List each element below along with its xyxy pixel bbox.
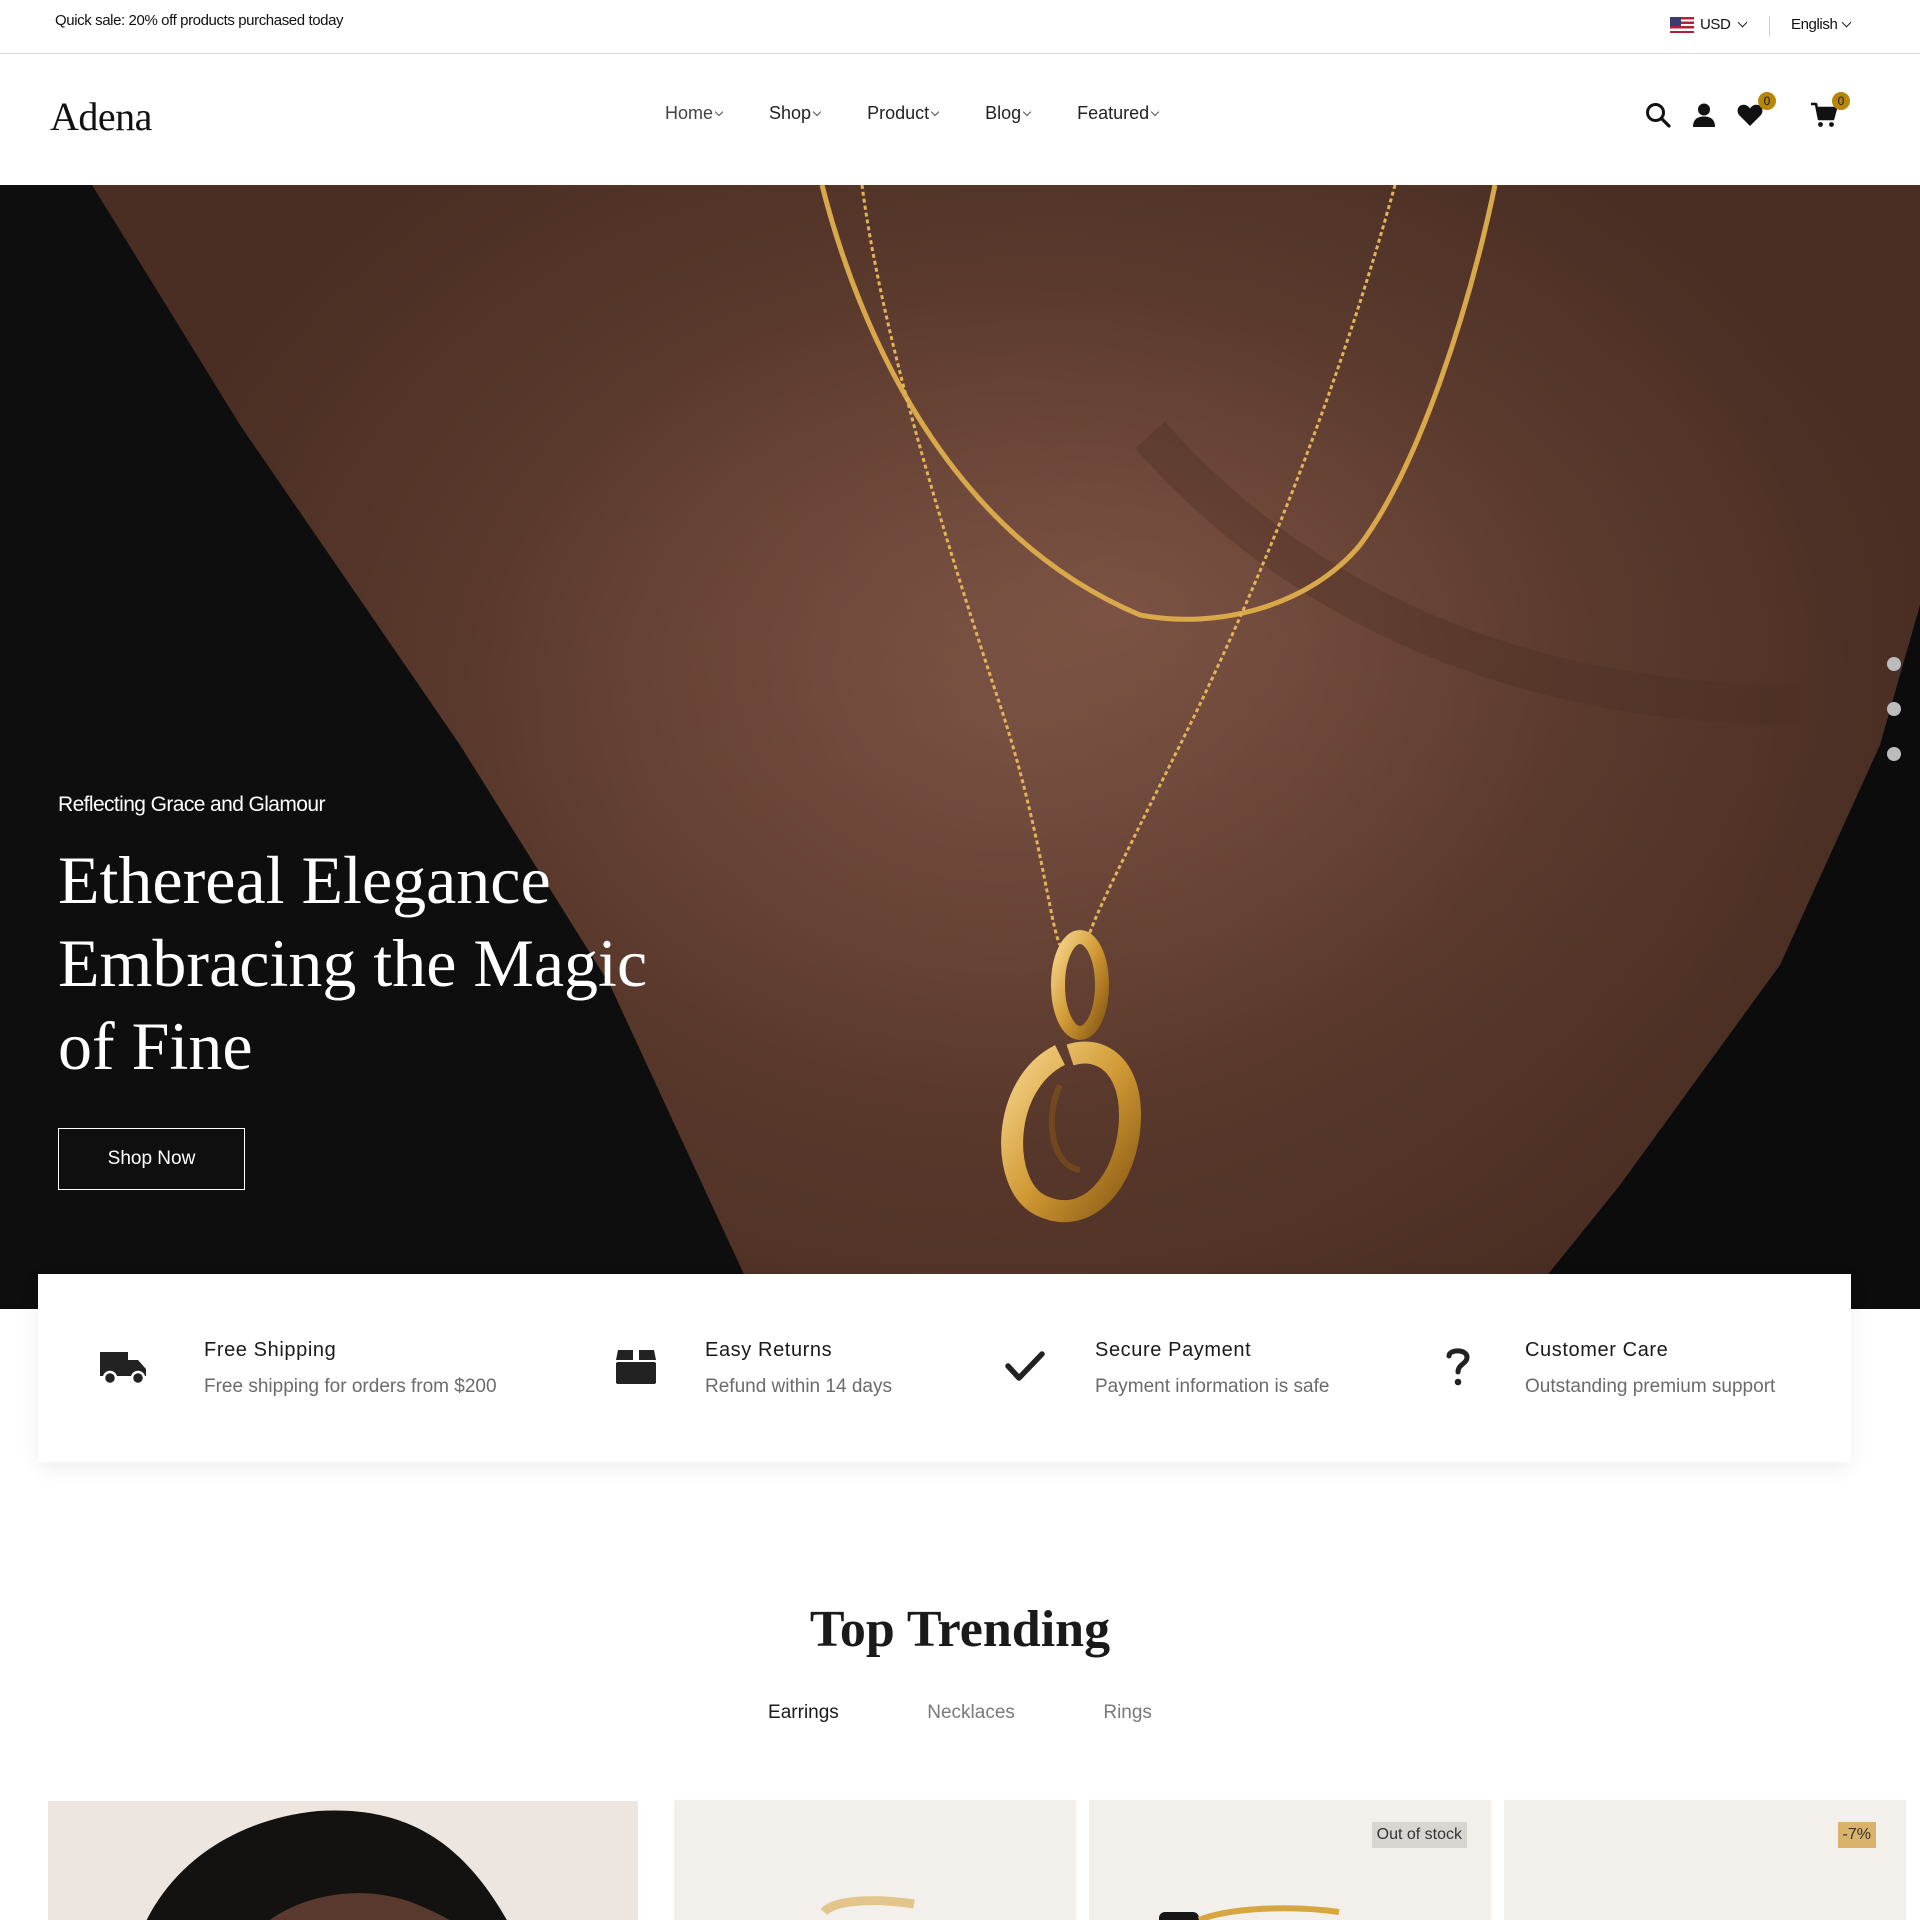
feature-desc: Outstanding premium support bbox=[1525, 1376, 1776, 1397]
hero-title: Ethereal Elegance Embracing the Magic of… bbox=[58, 842, 648, 1084]
question-icon bbox=[1432, 1342, 1484, 1390]
chevron-down-icon bbox=[812, 107, 822, 116]
chevron-down-icon bbox=[930, 107, 940, 116]
slide-dot[interactable] bbox=[1887, 747, 1901, 761]
search-icon[interactable] bbox=[1644, 101, 1672, 129]
nav-label: Blog bbox=[985, 103, 1022, 123]
nav-label: Shop bbox=[769, 103, 812, 123]
feature-title: Easy Returns bbox=[705, 1339, 833, 1361]
currency-selector[interactable]: USD bbox=[1670, 16, 1748, 33]
currency-label: USD bbox=[1700, 16, 1731, 33]
user-icon[interactable] bbox=[1690, 101, 1718, 129]
logo[interactable]: Adena bbox=[50, 93, 152, 140]
feature-title: Secure Payment bbox=[1095, 1339, 1252, 1361]
hero-banner: Reflecting Grace and Glamour Ethereal El… bbox=[0, 185, 1920, 1309]
product-card[interactable]: -7% bbox=[1504, 1800, 1906, 1920]
hero-subtitle: Reflecting Grace and Glamour bbox=[58, 793, 325, 816]
feature-desc: Payment information is safe bbox=[1095, 1376, 1330, 1397]
cart-count-badge: 0 bbox=[1832, 92, 1850, 110]
category-tabs: Earrings Necklaces Rings bbox=[0, 1702, 1920, 1724]
slide-dot[interactable] bbox=[1887, 657, 1901, 671]
nav-home[interactable]: Home bbox=[665, 103, 724, 124]
feature-title: Free Shipping bbox=[204, 1339, 337, 1361]
feature-desc: Refund within 14 days bbox=[705, 1376, 892, 1397]
cart-icon[interactable]: 0 bbox=[1810, 92, 1850, 129]
divider bbox=[1769, 16, 1770, 36]
slide-dot[interactable] bbox=[1887, 702, 1901, 716]
box-icon bbox=[610, 1342, 662, 1390]
product-card[interactable] bbox=[674, 1800, 1076, 1920]
product-image bbox=[1504, 1800, 1906, 1920]
nav-label: Home bbox=[665, 103, 714, 123]
language-selector[interactable]: English bbox=[1791, 16, 1852, 33]
wishlist-icon[interactable]: 0 bbox=[1736, 92, 1776, 129]
site-header: Adena Home Shop Product Blog Featured 0 … bbox=[0, 55, 1920, 185]
chevron-down-icon bbox=[1841, 17, 1852, 28]
product-image bbox=[820, 1896, 915, 1916]
product-image bbox=[1159, 1905, 1340, 1920]
slider-pagination bbox=[1887, 657, 1901, 792]
shop-now-button[interactable]: Shop Now bbox=[58, 1128, 245, 1190]
features-bar: Free Shipping Free shipping for orders f… bbox=[38, 1274, 1851, 1462]
nav-label: Featured bbox=[1077, 103, 1150, 123]
promo-text: Quick sale: 20% off products purchased t… bbox=[55, 12, 344, 29]
nav-product[interactable]: Product bbox=[867, 103, 940, 124]
product-image bbox=[48, 1801, 638, 1920]
nav-label: Product bbox=[867, 103, 930, 123]
chevron-down-icon bbox=[1150, 107, 1160, 116]
check-icon bbox=[1000, 1342, 1052, 1390]
main-nav: Home Shop Product Blog Featured bbox=[665, 103, 1160, 124]
nav-featured[interactable]: Featured bbox=[1077, 103, 1160, 124]
product-card[interactable]: Out of stock bbox=[1089, 1800, 1491, 1920]
us-flag-icon bbox=[1670, 16, 1694, 33]
chevron-down-icon bbox=[1022, 107, 1032, 116]
feature-title: Customer Care bbox=[1525, 1339, 1669, 1361]
feature-desc: Free shipping for orders from $200 bbox=[204, 1376, 497, 1397]
nav-blog[interactable]: Blog bbox=[985, 103, 1032, 124]
language-label: English bbox=[1791, 16, 1838, 33]
chevron-down-icon bbox=[714, 107, 724, 116]
header-actions: 0 0 bbox=[1644, 92, 1854, 139]
nav-shop[interactable]: Shop bbox=[769, 103, 822, 124]
featured-product-card[interactable] bbox=[48, 1801, 638, 1920]
tab-rings[interactable]: Rings bbox=[1103, 1702, 1152, 1724]
out-of-stock-badge: Out of stock bbox=[1371, 1822, 1467, 1848]
hero-content: Reflecting Grace and Glamour Ethereal El… bbox=[58, 793, 698, 1190]
truck-icon bbox=[98, 1342, 150, 1390]
top-announcement-bar: Quick sale: 20% off products purchased t… bbox=[0, 0, 1920, 54]
section-title: Top Trending bbox=[809, 1601, 1111, 1658]
product-grid: Out of stock -7% bbox=[0, 1798, 1920, 1920]
chevron-down-icon bbox=[1738, 17, 1748, 28]
tab-earrings[interactable]: Earrings bbox=[768, 1702, 839, 1724]
discount-badge: -7% bbox=[1837, 1822, 1876, 1848]
tab-necklaces[interactable]: Necklaces bbox=[927, 1702, 1015, 1724]
wishlist-count-badge: 0 bbox=[1758, 92, 1776, 110]
